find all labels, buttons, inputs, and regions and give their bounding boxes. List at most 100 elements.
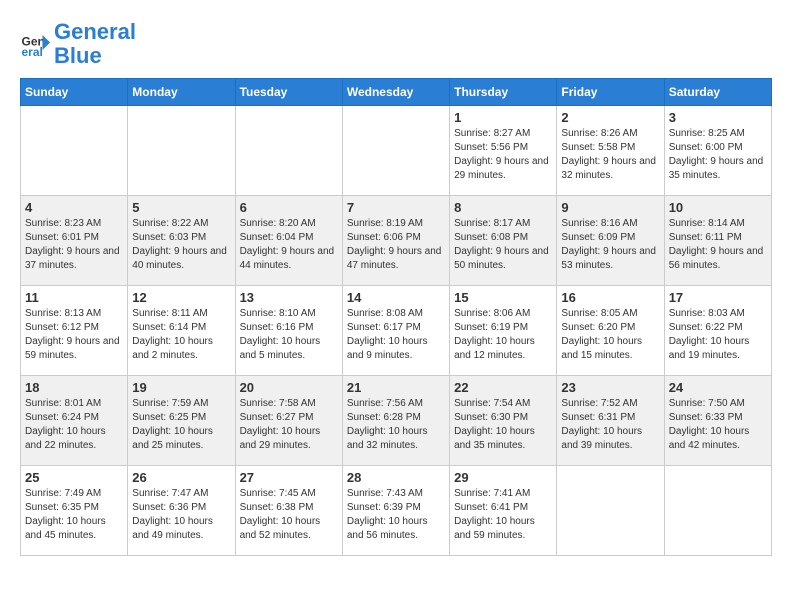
day-info: Sunrise: 8:03 AMSunset: 6:22 PMDaylight:…	[669, 307, 767, 363]
calendar-cell: 6 Sunrise: 8:20 AMSunset: 6:04 PMDaylight…	[235, 196, 342, 286]
logo-icon: Gen eral	[20, 29, 50, 59]
day-info: Sunrise: 8:20 AMSunset: 6:04 PMDaylight:…	[240, 217, 338, 273]
day-info: Sunrise: 8:10 AMSunset: 6:16 PMDaylight:…	[240, 307, 338, 363]
day-number: 24	[669, 380, 767, 395]
calendar-cell: 15Sunrise: 8:06 AMSunset: 6:19 PMDayligh…	[450, 286, 557, 376]
day-info: Sunrise: 8:25 AMSunset: 6:00 PMDaylight:…	[669, 127, 767, 183]
day-number: 20	[240, 380, 338, 395]
calendar-cell: 3 Sunrise: 8:25 AMSunset: 6:00 PMDaylight…	[664, 106, 771, 196]
day-number: 16	[561, 290, 659, 305]
day-info: Sunrise: 7:56 AMSunset: 6:28 PMDaylight:…	[347, 397, 445, 453]
day-header-thursday: Thursday	[450, 79, 557, 106]
calendar-cell: 2 Sunrise: 8:26 AMSunset: 5:58 PMDaylight…	[557, 106, 664, 196]
calendar-cell: 29 Sunrise: 7:41 AMSunset: 6:41 PMDayligh…	[450, 466, 557, 556]
calendar-cell: 25 Sunrise: 7:49 AMSunset: 6:35 PMDayligh…	[21, 466, 128, 556]
calendar-cell: 18 Sunrise: 8:01 AMSunset: 6:24 PMDayligh…	[21, 376, 128, 466]
day-info: Sunrise: 8:14 AMSunset: 6:11 PMDaylight:…	[669, 217, 767, 273]
calendar-cell: 5 Sunrise: 8:22 AMSunset: 6:03 PMDaylight…	[128, 196, 235, 286]
day-info: Sunrise: 8:16 AMSunset: 6:09 PMDaylight:…	[561, 217, 659, 273]
day-info: Sunrise: 8:19 AMSunset: 6:06 PMDaylight:…	[347, 217, 445, 273]
day-info: Sunrise: 8:05 AMSunset: 6:20 PMDaylight:…	[561, 307, 659, 363]
day-info: Sunrise: 8:08 AMSunset: 6:17 PMDaylight:…	[347, 307, 445, 363]
day-number: 10	[669, 200, 767, 215]
day-number: 26	[132, 470, 230, 485]
day-info: Sunrise: 8:13 AMSunset: 6:12 PMDaylight:…	[25, 307, 123, 363]
svg-text:eral: eral	[22, 45, 43, 59]
day-number: 13	[240, 290, 338, 305]
day-info: Sunrise: 8:26 AMSunset: 5:58 PMDaylight:…	[561, 127, 659, 183]
calendar-week-row: 11Sunrise: 8:13 AMSunset: 6:12 PMDayligh…	[21, 286, 772, 376]
calendar-cell	[342, 106, 449, 196]
calendar-cell: 17 Sunrise: 8:03 AMSunset: 6:22 PMDayligh…	[664, 286, 771, 376]
calendar-body: 1Sunrise: 8:27 AMSunset: 5:56 PMDaylight…	[21, 106, 772, 556]
calendar-week-row: 18 Sunrise: 8:01 AMSunset: 6:24 PMDayligh…	[21, 376, 772, 466]
day-number: 23	[561, 380, 659, 395]
day-number: 28	[347, 470, 445, 485]
calendar-week-row: 4 Sunrise: 8:23 AMSunset: 6:01 PMDaylight…	[21, 196, 772, 286]
calendar-week-row: 1Sunrise: 8:27 AMSunset: 5:56 PMDaylight…	[21, 106, 772, 196]
day-header-friday: Friday	[557, 79, 664, 106]
day-header-wednesday: Wednesday	[342, 79, 449, 106]
day-number: 2	[561, 110, 659, 125]
day-number: 21	[347, 380, 445, 395]
day-info: Sunrise: 7:41 AMSunset: 6:41 PMDaylight:…	[454, 487, 552, 543]
day-number: 19	[132, 380, 230, 395]
day-info: Sunrise: 8:06 AMSunset: 6:19 PMDaylight:…	[454, 307, 552, 363]
calendar-cell: 13 Sunrise: 8:10 AMSunset: 6:16 PMDayligh…	[235, 286, 342, 376]
day-number: 4	[25, 200, 123, 215]
calendar-cell: 27 Sunrise: 7:45 AMSunset: 6:38 PMDayligh…	[235, 466, 342, 556]
calendar-cell: 9 Sunrise: 8:16 AMSunset: 6:09 PMDaylight…	[557, 196, 664, 286]
calendar-week-row: 25 Sunrise: 7:49 AMSunset: 6:35 PMDayligh…	[21, 466, 772, 556]
day-info: Sunrise: 7:43 AMSunset: 6:39 PMDaylight:…	[347, 487, 445, 543]
day-number: 9	[561, 200, 659, 215]
day-number: 8	[454, 200, 552, 215]
day-number: 25	[25, 470, 123, 485]
day-header-sunday: Sunday	[21, 79, 128, 106]
calendar-cell: 7Sunrise: 8:19 AMSunset: 6:06 PMDaylight…	[342, 196, 449, 286]
day-number: 29	[454, 470, 552, 485]
days-header-row: SundayMondayTuesdayWednesdayThursdayFrid…	[21, 79, 772, 106]
calendar-cell	[557, 466, 664, 556]
day-number: 5	[132, 200, 230, 215]
calendar-cell: 22 Sunrise: 7:54 AMSunset: 6:30 PMDayligh…	[450, 376, 557, 466]
day-info: Sunrise: 8:01 AMSunset: 6:24 PMDaylight:…	[25, 397, 123, 453]
calendar-cell	[235, 106, 342, 196]
calendar-cell: 24 Sunrise: 7:50 AMSunset: 6:33 PMDayligh…	[664, 376, 771, 466]
calendar-cell: 8Sunrise: 8:17 AMSunset: 6:08 PMDaylight…	[450, 196, 557, 286]
day-info: Sunrise: 7:52 AMSunset: 6:31 PMDaylight:…	[561, 397, 659, 453]
day-info: Sunrise: 7:54 AMSunset: 6:30 PMDaylight:…	[454, 397, 552, 453]
day-number: 6	[240, 200, 338, 215]
calendar-cell	[21, 106, 128, 196]
calendar-cell: 21 Sunrise: 7:56 AMSunset: 6:28 PMDayligh…	[342, 376, 449, 466]
day-info: Sunrise: 8:23 AMSunset: 6:01 PMDaylight:…	[25, 217, 123, 273]
calendar-cell	[664, 466, 771, 556]
calendar-cell: 4 Sunrise: 8:23 AMSunset: 6:01 PMDaylight…	[21, 196, 128, 286]
calendar-cell: 26 Sunrise: 7:47 AMSunset: 6:36 PMDayligh…	[128, 466, 235, 556]
day-number: 27	[240, 470, 338, 485]
day-number: 18	[25, 380, 123, 395]
day-header-tuesday: Tuesday	[235, 79, 342, 106]
calendar-cell: 10 Sunrise: 8:14 AMSunset: 6:11 PMDayligh…	[664, 196, 771, 286]
calendar-cell: 14Sunrise: 8:08 AMSunset: 6:17 PMDayligh…	[342, 286, 449, 376]
day-info: Sunrise: 8:11 AMSunset: 6:14 PMDaylight:…	[132, 307, 230, 363]
day-info: Sunrise: 7:49 AMSunset: 6:35 PMDaylight:…	[25, 487, 123, 543]
logo-name: GeneralBlue	[54, 20, 136, 68]
calendar-header: SundayMondayTuesdayWednesdayThursdayFrid…	[21, 79, 772, 106]
day-number: 12	[132, 290, 230, 305]
calendar-table: SundayMondayTuesdayWednesdayThursdayFrid…	[20, 78, 772, 556]
day-header-monday: Monday	[128, 79, 235, 106]
logo: Gen eral GeneralBlue	[20, 20, 136, 68]
day-number: 22	[454, 380, 552, 395]
day-info: Sunrise: 7:45 AMSunset: 6:38 PMDaylight:…	[240, 487, 338, 543]
calendar-cell: 1Sunrise: 8:27 AMSunset: 5:56 PMDaylight…	[450, 106, 557, 196]
day-number: 3	[669, 110, 767, 125]
day-info: Sunrise: 8:22 AMSunset: 6:03 PMDaylight:…	[132, 217, 230, 273]
calendar-cell: 19Sunrise: 7:59 AMSunset: 6:25 PMDayligh…	[128, 376, 235, 466]
day-info: Sunrise: 7:50 AMSunset: 6:33 PMDaylight:…	[669, 397, 767, 453]
header: Gen eral GeneralBlue	[20, 20, 772, 68]
day-number: 17	[669, 290, 767, 305]
day-info: Sunrise: 7:47 AMSunset: 6:36 PMDaylight:…	[132, 487, 230, 543]
calendar-cell: 12 Sunrise: 8:11 AMSunset: 6:14 PMDayligh…	[128, 286, 235, 376]
calendar-cell: 11Sunrise: 8:13 AMSunset: 6:12 PMDayligh…	[21, 286, 128, 376]
day-number: 1	[454, 110, 552, 125]
